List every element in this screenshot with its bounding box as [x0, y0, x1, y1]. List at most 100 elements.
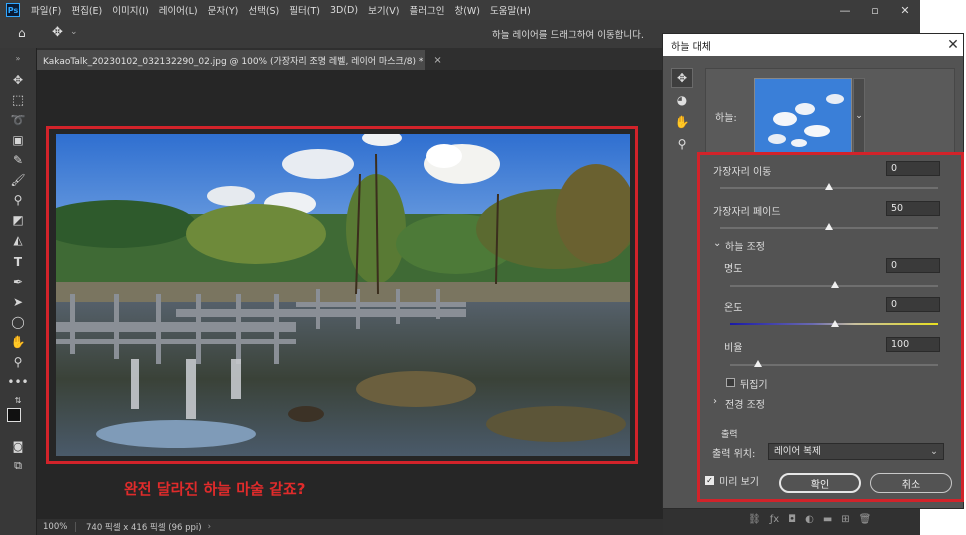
temperature-label: 온도: [724, 303, 743, 314]
move-tool-icon[interactable]: ✥: [52, 25, 63, 40]
stamp-tool-icon[interactable]: ⚲: [9, 192, 27, 208]
menu-image[interactable]: 이미지(I): [107, 3, 153, 17]
output-to-label: 출력 위치:: [712, 449, 756, 460]
menu-file[interactable]: 파일(F): [26, 3, 66, 17]
brightness-input[interactable]: 0: [886, 258, 940, 273]
group-icon[interactable]: ▬: [823, 514, 832, 530]
tab-close-icon[interactable]: ×: [433, 55, 441, 66]
edge-shift-label: 가장자리 이동: [713, 167, 772, 178]
flip-label: 뒤집기: [740, 380, 768, 391]
landscape-photo: [56, 134, 630, 456]
dialog-title: 하늘 대체: [671, 41, 711, 53]
temperature-slider-thumb[interactable]: [831, 320, 839, 327]
path-select-tool-icon[interactable]: ➤: [9, 294, 27, 310]
close-icon[interactable]: ✕: [890, 0, 920, 20]
minimize-icon[interactable]: —: [830, 0, 860, 20]
new-layer-icon[interactable]: ⊞: [841, 514, 849, 530]
ellipse-tool-icon[interactable]: ◯: [9, 314, 27, 330]
zoom-level[interactable]: 100%: [37, 522, 76, 532]
move-tool-icon[interactable]: ✥: [9, 72, 27, 88]
type-tool-icon[interactable]: T: [9, 254, 27, 270]
dialog-titlebar[interactable]: 하늘 대체: [663, 34, 963, 56]
menu-edit[interactable]: 편집(E): [66, 3, 107, 17]
hand-tool-icon[interactable]: ✋: [671, 112, 693, 132]
edge-fade-input[interactable]: 50: [886, 201, 940, 216]
zoom-tool-icon[interactable]: ⚲: [671, 134, 693, 154]
menu-filter[interactable]: 필터(T): [284, 3, 325, 17]
sky-dropdown[interactable]: ⌄: [853, 78, 865, 154]
hand-tool-icon[interactable]: ✋: [9, 334, 27, 350]
scale-input[interactable]: 100: [886, 337, 940, 352]
screen-mode-icon[interactable]: ⧉: [9, 458, 27, 474]
more-tools-icon[interactable]: •••: [7, 374, 28, 390]
zoom-tool-icon[interactable]: ⚲: [9, 354, 27, 370]
sky-label: 하늘:: [715, 113, 737, 124]
menu-plugins[interactable]: 플러그인: [404, 3, 449, 17]
menu-help[interactable]: 도움말(H): [485, 3, 536, 17]
output-to-value: 레이어 복제: [774, 446, 821, 457]
temperature-input[interactable]: 0: [886, 297, 940, 312]
flip-checkbox[interactable]: [726, 378, 735, 387]
pen-tool-icon[interactable]: ✒: [9, 274, 27, 290]
mask-icon[interactable]: ◘: [788, 514, 796, 530]
restore-icon[interactable]: ▫: [860, 0, 890, 20]
lasso-tool-icon[interactable]: ➰: [9, 112, 27, 128]
sky-thumbnail[interactable]: [754, 78, 852, 154]
menu-select[interactable]: 선택(S): [243, 3, 284, 17]
foreground-chevron-icon[interactable]: ›: [713, 396, 717, 407]
home-icon[interactable]: ⌂: [18, 26, 26, 40]
marquee-tool-icon[interactable]: ⬚: [9, 92, 27, 108]
document-title: KakaoTalk_20230102_032132290_02.jpg @ 10…: [43, 56, 424, 67]
photoshop-logo-icon: Ps: [6, 3, 20, 17]
sky-preview-image: [755, 79, 851, 153]
ok-button[interactable]: 확인: [779, 473, 861, 493]
dialog-close-icon[interactable]: ✕: [945, 36, 961, 54]
quick-mask-icon[interactable]: ◙: [9, 438, 27, 454]
link-layers-icon[interactable]: ⛓: [748, 514, 761, 530]
object-select-tool-icon[interactable]: ▣: [9, 132, 27, 148]
brightness-slider-thumb[interactable]: [831, 281, 839, 288]
fx-icon[interactable]: ƒx: [770, 514, 779, 530]
info-arrow-icon[interactable]: ›: [208, 522, 211, 532]
foreground-color-swatch[interactable]: [7, 408, 21, 422]
paint-bucket-tool-icon[interactable]: ◭: [9, 232, 27, 248]
eyedropper-tool-icon[interactable]: ✎: [9, 152, 27, 168]
edge-shift-input[interactable]: 0: [886, 161, 940, 176]
options-hint: 하늘 레이어를 드래그하여 이동합니다.: [492, 30, 644, 41]
preview-label: 미리 보기: [719, 477, 759, 488]
chevron-down-icon: ⌄: [930, 446, 938, 457]
edge-fade-label: 가장자리 페이드: [713, 207, 781, 218]
menu-3d[interactable]: 3D(D): [325, 5, 363, 16]
sky-brush-tool-icon[interactable]: ◕: [671, 90, 693, 110]
document-image[interactable]: [56, 134, 630, 456]
trash-icon[interactable]: 🗑: [859, 514, 872, 530]
document-tab[interactable]: KakaoTalk_20230102_032132290_02.jpg @ 10…: [37, 50, 442, 70]
chevron-down-icon[interactable]: ⌄: [70, 27, 78, 37]
brightness-label: 명도: [724, 264, 743, 275]
menu-view[interactable]: 보기(V): [363, 3, 404, 17]
collapse-icon[interactable]: »: [9, 50, 27, 66]
scale-slider-thumb[interactable]: [754, 360, 762, 367]
menu-window[interactable]: 창(W): [449, 3, 485, 17]
brush-tool-icon[interactable]: 🖌: [9, 172, 27, 188]
foreground-adjust-label[interactable]: 전경 조정: [725, 396, 765, 411]
status-bar: 100% 740 픽셀 x 416 픽셀 (96 ppi) ›: [37, 519, 663, 535]
eraser-tool-icon[interactable]: ◩: [9, 212, 27, 228]
edge-shift-slider-thumb[interactable]: [825, 183, 833, 190]
output-section-label: 출력: [721, 430, 738, 440]
sky-adjust-label[interactable]: 하늘 조정: [725, 238, 765, 253]
sky-adjust-chevron-icon[interactable]: ⌄: [713, 238, 721, 249]
edge-fade-slider-thumb[interactable]: [825, 223, 833, 230]
output-to-select[interactable]: 레이어 복제 ⌄: [768, 443, 944, 460]
menu-bar: Ps 파일(F) 편집(E) 이미지(I) 레이어(L) 문자(Y) 선택(S)…: [0, 0, 920, 20]
menu-type[interactable]: 문자(Y): [203, 3, 244, 17]
preview-checkbox[interactable]: ✓: [705, 476, 714, 485]
layers-panel-footer: ⛓ ƒx ◘ ◐ ▬ ⊞ 🗑: [748, 514, 871, 530]
menu-layer[interactable]: 레이어(L): [154, 3, 203, 17]
swap-colors-icon[interactable]: ⇅: [9, 392, 27, 408]
document-info: 740 픽셀 x 416 픽셀 (96 ppi): [86, 523, 202, 533]
cancel-button[interactable]: 취소: [870, 473, 952, 493]
dialog-tools: ✥ ◕ ✋ ⚲: [671, 68, 701, 156]
adjustment-layer-icon[interactable]: ◐: [805, 514, 814, 530]
sky-move-tool-icon[interactable]: ✥: [671, 68, 693, 88]
